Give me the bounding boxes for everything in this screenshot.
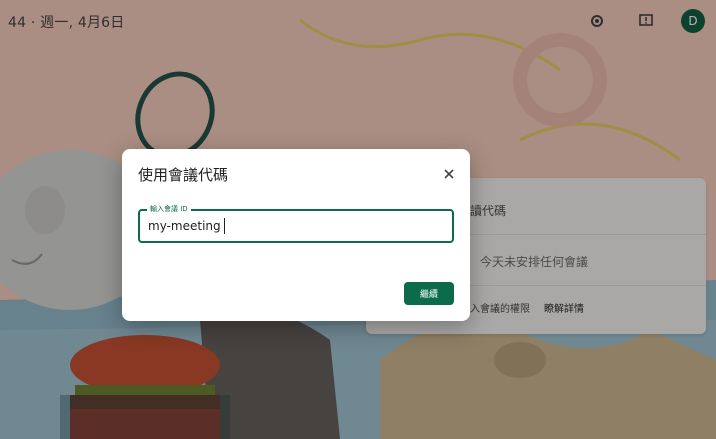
app-window: 44 · 週一, 4月6日 D 讀代碼 今天未安排任何會議 入會議的權限 瞭解詳… bbox=[0, 0, 716, 439]
meeting-code-dialog: 使用會議代碼 輸入會議 ID 繼續 bbox=[122, 149, 470, 321]
meeting-id-label: 輸入會議 ID bbox=[147, 204, 191, 214]
meeting-id-field[interactable]: 輸入會議 ID bbox=[138, 204, 454, 243]
close-icon bbox=[444, 169, 454, 179]
close-button[interactable] bbox=[438, 163, 460, 185]
dialog-title: 使用會議代碼 bbox=[138, 166, 229, 184]
continue-button[interactable]: 繼續 bbox=[404, 282, 454, 305]
meeting-id-input[interactable] bbox=[148, 217, 438, 235]
text-caret bbox=[224, 218, 225, 234]
